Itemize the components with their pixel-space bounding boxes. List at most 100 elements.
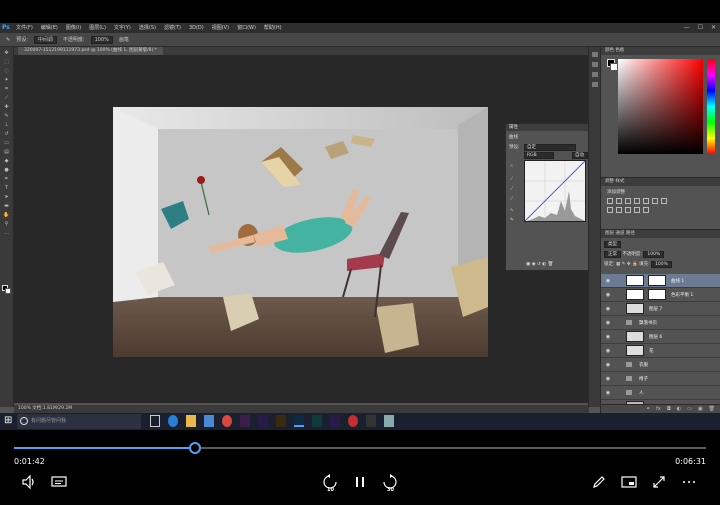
brush-tool-icon[interactable]: ✎ (3, 113, 11, 119)
tool-preset-icon[interactable]: ✎ (6, 37, 10, 43)
black-eyedropper-icon[interactable]: ⟋ (510, 176, 513, 182)
hue-slider[interactable] (707, 59, 715, 154)
photos-app-icon[interactable] (384, 415, 394, 427)
task-view-icon[interactable] (150, 415, 160, 427)
windows-start-icon[interactable]: ⊞ (4, 416, 14, 426)
menu-file[interactable]: 文件(F) (16, 23, 33, 33)
color-panel-background-swatch[interactable] (610, 63, 618, 71)
menu-select[interactable]: 选择(S) (139, 23, 156, 33)
close-button[interactable]: ✕ (711, 23, 716, 33)
volume-button[interactable] (20, 473, 38, 491)
lasso-tool-icon[interactable]: ◌ (3, 68, 11, 74)
curves-on-image-icon[interactable]: ☝ (510, 164, 513, 169)
visibility-eye-icon[interactable]: ◉ (604, 348, 612, 354)
visibility-eye-icon[interactable]: ◉ (604, 376, 612, 382)
visibility-eye-icon[interactable]: ◉ (604, 320, 612, 326)
channel-mixer-icon[interactable] (625, 207, 631, 213)
after-effects-app-icon[interactable] (330, 415, 340, 427)
menu-view[interactable]: 视图(V) (212, 23, 229, 33)
curves-channel-select[interactable]: RGB (524, 152, 554, 159)
zoom-tool-icon[interactable]: ⚲ (3, 221, 11, 227)
dock-info-icon[interactable] (591, 72, 598, 77)
adjustments-panel-tabs[interactable]: 调整 样式 (601, 178, 720, 186)
menu-type[interactable]: 文字(Y) (114, 23, 131, 33)
layer-row[interactable]: ◉ 花 (601, 344, 720, 358)
eraser-tool-icon[interactable]: ▭ (3, 140, 11, 146)
add-mask-icon[interactable]: ◘ (667, 406, 671, 412)
edit-button[interactable] (590, 473, 608, 491)
path-select-tool-icon[interactable]: ➤ (3, 194, 11, 200)
curves-auto-button[interactable]: 自动 (572, 152, 588, 159)
new-adjustment-icon[interactable]: ◐ (677, 406, 681, 412)
video-player-app-icon[interactable] (366, 415, 376, 427)
layer-mask-thumbnail[interactable] (648, 289, 666, 300)
preset-select[interactable]: 中间调 (33, 35, 57, 44)
brightness-icon[interactable] (607, 198, 613, 204)
premiere-app-icon[interactable] (258, 415, 268, 427)
fill-field[interactable]: 100% (651, 261, 672, 268)
layer-row[interactable]: ◉ 人 (601, 386, 720, 400)
new-group-icon[interactable]: ▭ (687, 406, 692, 412)
blend-mode-select[interactable]: 正常 (604, 251, 621, 258)
more-tools-icon[interactable]: … (3, 230, 11, 236)
visibility-eye-icon[interactable]: ◉ (604, 390, 612, 396)
file-explorer-icon[interactable] (186, 415, 196, 427)
layer-row[interactable]: ◉ 曲线 1 (601, 274, 720, 288)
layer-row[interactable]: ◉ 飘落书页 (601, 316, 720, 330)
pencil-draw-icon[interactable]: ✎ (510, 218, 514, 223)
visibility-eye-icon[interactable]: ◉ (604, 306, 612, 312)
chrome-icon[interactable] (222, 415, 232, 427)
eyedropper-tool-icon[interactable]: ⟋ (3, 95, 11, 101)
store-icon[interactable] (204, 415, 214, 427)
shape-tool-icon[interactable]: ▬ (3, 203, 11, 209)
layer-style-icon[interactable]: fx (656, 406, 661, 412)
curves-preset-select[interactable]: 自定 (524, 144, 576, 151)
levels-icon[interactable] (616, 198, 622, 204)
properties-footer-icons[interactable]: ▣ ◉ ↺ ◐ 🗑 (526, 262, 553, 267)
illustrator-app-icon[interactable] (276, 415, 286, 427)
subtitles-button[interactable] (50, 473, 68, 491)
visibility-eye-icon[interactable]: ◉ (604, 278, 612, 284)
menu-filter[interactable]: 滤镜(T) (164, 23, 181, 33)
vibrance-icon[interactable] (643, 198, 649, 204)
layer-opacity-field[interactable]: 100% (643, 251, 665, 258)
seek-bar-thumb[interactable] (188, 442, 201, 454)
skip-back-button[interactable]: 10 (321, 473, 339, 493)
curves-graph[interactable] (524, 160, 586, 222)
visibility-eye-icon[interactable]: ◉ (604, 362, 612, 368)
document-tab[interactable]: 320007-1512199111973.psd @ 100% (曲线 1, 图… (18, 47, 163, 55)
layers-panel-tabs[interactable]: 图层 通道 路径 (601, 230, 720, 238)
animate-app-icon[interactable] (240, 415, 250, 427)
visibility-eye-icon[interactable]: ◉ (604, 334, 612, 340)
maximize-button[interactable]: ☐ (698, 23, 703, 33)
photo-filter-icon[interactable] (616, 207, 622, 213)
layer-row[interactable]: ◉ 椅子 (601, 372, 720, 386)
visibility-eye-icon[interactable]: ◉ (604, 292, 612, 298)
layer-row[interactable]: ◉ 图层 6 (601, 330, 720, 344)
menu-layer[interactable]: 图层(L) (89, 23, 106, 33)
marquee-tool-icon[interactable]: ⬚ (3, 59, 11, 65)
pen-tool-icon[interactable]: ✒ (3, 176, 11, 182)
quick-select-tool-icon[interactable]: ✦ (3, 77, 11, 83)
edge-icon[interactable] (168, 415, 178, 427)
black-white-icon[interactable] (607, 207, 613, 213)
menu-edit[interactable]: 编辑(E) (41, 23, 58, 33)
gradient-tool-icon[interactable]: ▤ (3, 149, 11, 155)
curves-icon[interactable] (625, 198, 631, 204)
exposure-icon[interactable] (634, 198, 640, 204)
hand-tool-icon[interactable]: ✋ (3, 212, 11, 218)
media-encoder-app-icon[interactable] (312, 415, 322, 427)
seek-bar[interactable] (14, 442, 706, 454)
link-layers-icon[interactable]: ⚭ (646, 406, 650, 412)
menu-help[interactable]: 帮助(H) (264, 23, 282, 33)
layer-mask-thumbnail[interactable] (648, 275, 666, 286)
new-layer-icon[interactable]: ▣ (698, 406, 703, 412)
skip-forward-button[interactable]: 30 (381, 473, 399, 493)
pause-button[interactable] (351, 473, 369, 491)
stamp-tool-icon[interactable]: ⊥ (3, 122, 11, 128)
mini-view-button[interactable] (620, 473, 638, 491)
menu-3d[interactable]: 3D(D) (189, 23, 204, 33)
fullscreen-button[interactable] (650, 473, 668, 491)
taskbar-search-box[interactable]: 有问题尽管问我 (17, 414, 141, 429)
dock-brush-icon[interactable] (591, 82, 598, 87)
